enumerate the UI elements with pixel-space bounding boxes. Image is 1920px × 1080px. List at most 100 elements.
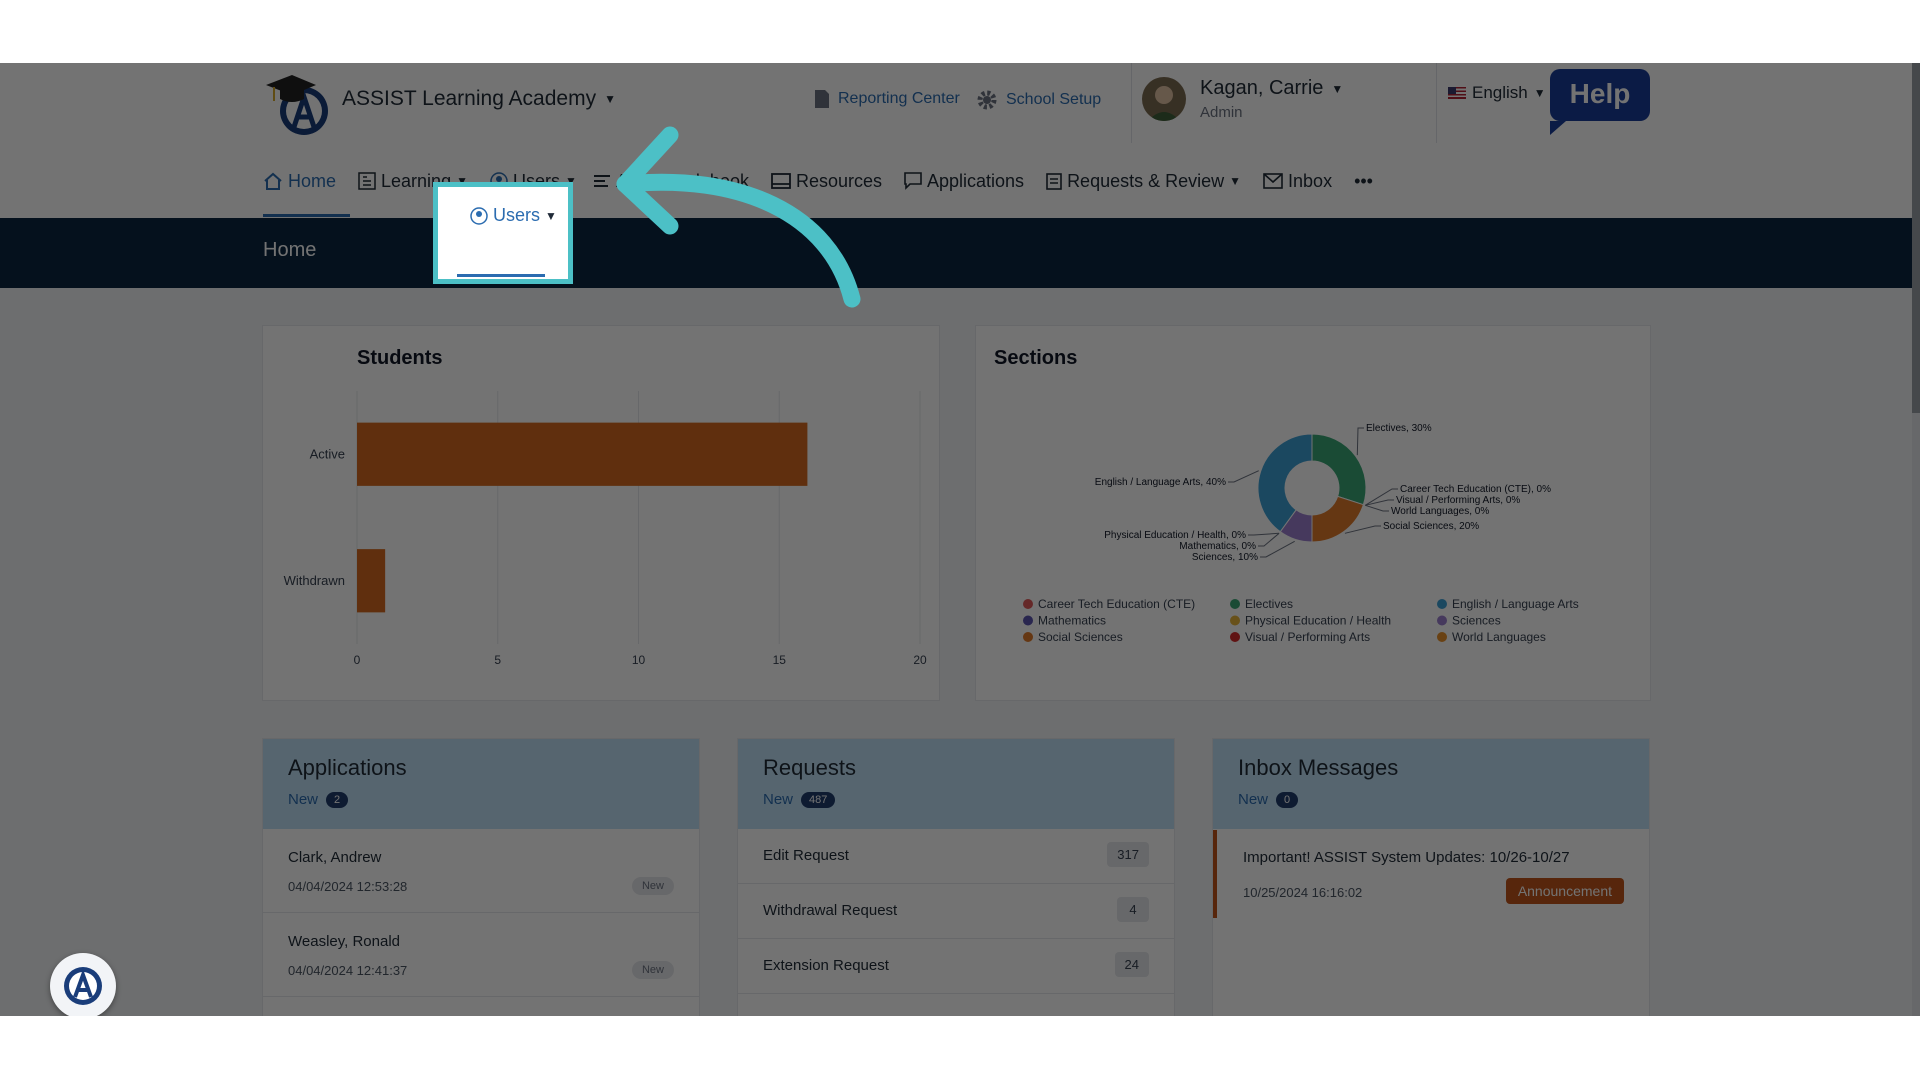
document-icon (815, 90, 829, 108)
slice-label: English / Language Arts, 40% (1095, 477, 1226, 488)
user-name: Kagan, Carrie (1200, 77, 1324, 99)
new-count-badge: 0 (1276, 791, 1299, 808)
page-title: Home (263, 239, 317, 261)
legend-entry: Visual / Performing Arts (1245, 630, 1370, 644)
book-icon (771, 173, 791, 189)
message-item[interactable]: Important! ASSIST System Updates: 10/26-… (1213, 830, 1649, 918)
nav-resources[interactable]: Resources (771, 165, 882, 197)
message-title: Important! ASSIST System Updates: 10/26-… (1243, 849, 1570, 866)
legend-entry: Physical Education / Health (1245, 614, 1391, 628)
applications-header: Applications New 2 (263, 739, 699, 829)
callout-line (1228, 470, 1259, 483)
x-tick-label: 10 (632, 653, 646, 667)
nav-attendance[interactable]: Att (593, 165, 638, 197)
inbox-new[interactable]: New 0 (1238, 791, 1299, 808)
nav-resources-label: Resources (795, 170, 882, 191)
callout-line (1260, 540, 1295, 558)
slice-label: Visual / Performing Arts, 0% (1396, 495, 1520, 506)
legend-entry: Electives (1245, 597, 1293, 611)
nav-home[interactable]: Home (263, 165, 351, 217)
applications-new[interactable]: New 2 (288, 791, 349, 808)
callout-line (1365, 504, 1389, 512)
slice-label: Career Tech Education (CTE), 0% (1400, 484, 1551, 495)
new-label: New (288, 791, 319, 808)
category-label: Active (310, 446, 345, 461)
request-count: 4 (1117, 897, 1149, 922)
nav-inbox[interactable]: Inbox (1263, 165, 1332, 197)
user-menu[interactable]: Kagan, Carrie ▼ (1200, 77, 1343, 100)
list-item[interactable]: Edit Request 317 (738, 829, 1174, 884)
status-badge: New (631, 877, 674, 895)
inbox-header: Inbox Messages New 0 (1213, 739, 1649, 829)
slice-label: Sciences, 10% (1192, 552, 1258, 563)
requests-new[interactable]: New 487 (763, 791, 836, 808)
nav-requests[interactable]: Requests & Review ▼ (1046, 165, 1241, 197)
us-flag-icon (1448, 87, 1466, 99)
divider (1131, 63, 1132, 143)
scrollbar-thumb[interactable] (1912, 63, 1920, 413)
requests-header: Requests New 487 (738, 739, 1174, 829)
nav-inbox-label: Inbox (1288, 170, 1333, 191)
status-badge: New (631, 961, 674, 979)
list-item[interactable]: Clark, Andrew 04/04/2024 12:53:28 New (263, 829, 699, 913)
message-date: 10/25/2024 16:16:02 (1243, 885, 1363, 900)
applications-title: Applications (288, 755, 407, 780)
new-count-badge: 487 (801, 791, 836, 808)
x-tick-label: 15 (773, 653, 787, 667)
legend-swatch (1023, 632, 1033, 642)
callout-line (1364, 488, 1398, 506)
new-count-badge: 2 (326, 791, 349, 808)
callout-line (1344, 525, 1381, 534)
app-screen: ASSIST Learning Academy ▼ Reporting Cent… (0, 63, 1920, 1016)
inbox-title: Inbox Messages (1238, 755, 1399, 780)
school-name: ASSIST Learning Academy (342, 87, 597, 110)
students-bar-chart: 0 5 10 15 20 Active Withdrawn (284, 391, 927, 667)
nav-gradebook[interactable]: Gradebook (660, 165, 749, 197)
list-item[interactable]: Weasley, Ronald 04/04/2024 12:41:37 New (263, 913, 699, 997)
list-icon (593, 175, 610, 187)
assist-logo-icon (64, 967, 102, 1005)
legend-entry: Social Sciences (1038, 630, 1123, 644)
divider (1436, 63, 1437, 143)
list-item[interactable]: Extension Request 24 (738, 939, 1174, 994)
header: ASSIST Learning Academy ▼ Reporting Cent… (0, 63, 1920, 218)
requests-title: Requests (763, 755, 856, 780)
legend-swatch (1437, 599, 1447, 609)
callout-line (1356, 427, 1364, 456)
school-setup-label: School Setup (1006, 91, 1102, 108)
chevron-down-icon: ▼ (1533, 86, 1546, 100)
nav-home-label: Home (288, 170, 337, 191)
slice-label: Physical Education / Health, 0% (1104, 530, 1246, 541)
avatar[interactable] (1142, 77, 1186, 121)
inbox-panel: Inbox Messages New 0 Important! ASSIST S… (1212, 738, 1650, 1016)
application-date: 04/04/2024 12:53:28 (288, 879, 408, 894)
help-button[interactable]: Help (1550, 69, 1650, 135)
legend-swatch (1230, 632, 1240, 642)
nav-gradebook-label: Gradebook (659, 170, 749, 191)
list-item[interactable]: Withdrawal Request 4 (738, 884, 1174, 939)
legend-entry: Career Tech Education (CTE) (1038, 597, 1195, 611)
students-card: Students 0 5 10 15 20 Active Withdrawn (262, 325, 940, 701)
language-selector[interactable]: English ▼ (1448, 83, 1546, 103)
request-type: Extension Request (763, 957, 889, 974)
applicant-name: Weasley, Ronald (288, 933, 401, 950)
more-icon[interactable]: ••• (1354, 165, 1373, 197)
school-logo-icon[interactable] (262, 67, 334, 139)
assistant-button[interactable] (50, 953, 116, 1016)
nav-applications[interactable]: Applications (904, 165, 1024, 197)
category-label: Withdrawn (284, 573, 345, 588)
school-setup-link[interactable]: School Setup (976, 89, 1101, 111)
applicant-name: Clark, Andrew (288, 849, 382, 866)
school-selector[interactable]: ASSIST Learning Academy ▼ (342, 87, 616, 111)
language-label: English (1472, 83, 1528, 102)
reporting-center-label: Reporting Center (838, 90, 960, 107)
request-type: Withdrawal Request (763, 902, 898, 919)
reporting-center-link[interactable]: Reporting Center (814, 89, 960, 109)
sections-donut-chart: Electives, 30% Career Tech Education (CTE… (1023, 423, 1579, 644)
legend-swatch (1023, 599, 1033, 609)
request-count: 24 (1114, 952, 1149, 977)
request-count: 317 (1107, 842, 1149, 867)
legend-entry: Mathematics (1038, 614, 1106, 628)
applications-panel: Applications New 2 Clark, Andrew 04/04/2… (262, 738, 700, 1016)
legend-swatch (1437, 615, 1447, 626)
